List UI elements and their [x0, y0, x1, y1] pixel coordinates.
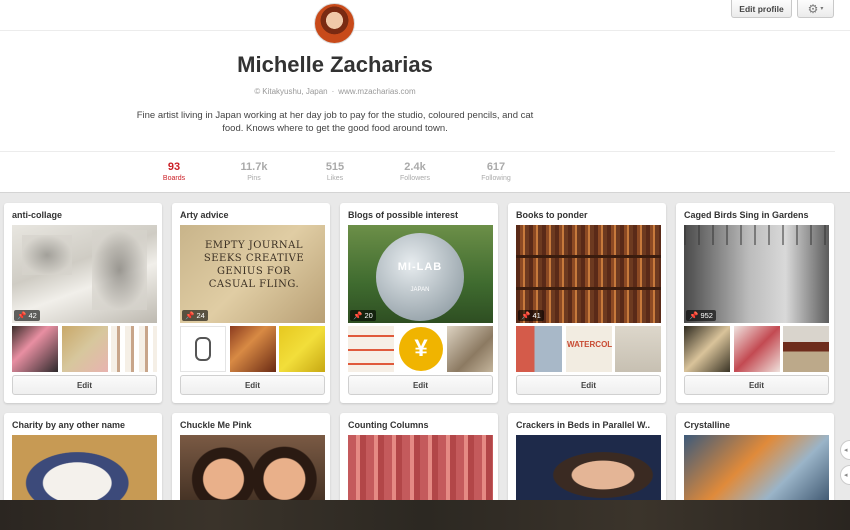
location-pin-icon: ©	[254, 87, 261, 96]
board-card[interactable]: Counting Columns	[340, 413, 498, 515]
stats-divider	[0, 151, 835, 152]
pin-count: 41	[532, 311, 541, 320]
board-card[interactable]: anti-collage 📌 42 Edit	[4, 203, 162, 403]
pin-count-badge: 📌 24	[182, 310, 208, 321]
pin-count: 42	[28, 311, 37, 320]
website-link[interactable]: www.mzacharias.com	[338, 87, 415, 96]
board-card[interactable]: Caged Birds Sing in Gardens 📌 952 Edit	[676, 203, 834, 403]
board-thumbnail[interactable]: ¥	[398, 326, 444, 372]
board-title: Chuckle Me Pink	[180, 420, 252, 430]
board-thumbnail[interactable]	[62, 326, 108, 372]
board-card[interactable]: Charity by any other name	[4, 413, 162, 515]
board-thumbnail[interactable]	[348, 326, 394, 372]
scroll-down-arrow[interactable]: ◂	[840, 465, 850, 485]
board-edit-button[interactable]: Edit	[684, 375, 829, 395]
board-card[interactable]: Arty advice EMPTY JOURNAL SEEKS CREATIVE…	[172, 203, 330, 403]
board-thumbnail[interactable]	[516, 326, 562, 372]
gear-icon: ⚙	[807, 1, 819, 16]
pin-count-badge: 📌 42	[14, 310, 40, 321]
board-edit-button[interactable]: Edit	[516, 375, 661, 395]
board-title: Crystalline	[684, 420, 731, 430]
thumbnail-text: WATERCOLO	[567, 340, 612, 349]
board-title: Charity by any other name	[12, 420, 126, 430]
board-cover-text: MI-LAB	[397, 261, 443, 273]
board-thumbnail[interactable]	[230, 326, 276, 372]
pin-count-badge: 📌 952	[686, 310, 716, 321]
board-title: Counting Columns	[348, 420, 429, 430]
stat-label: Following	[481, 175, 511, 182]
pin-count-badge: 📌 41	[518, 310, 544, 321]
stat-following[interactable]: 617 Following	[466, 161, 526, 184]
board-thumbnail[interactable]	[279, 326, 325, 372]
board-card[interactable]: Crackers in Beds in Parallel W..	[508, 413, 666, 515]
pin-count: 952	[700, 311, 713, 320]
board-title: Blogs of possible interest	[348, 210, 459, 220]
stat-value: 515	[325, 161, 345, 173]
stat-boards[interactable]: 93 Boards	[144, 161, 204, 184]
stat-label: Boards	[162, 175, 186, 182]
stat-label: Followers	[400, 175, 430, 182]
board-title: anti-collage	[12, 210, 63, 220]
top-divider	[0, 30, 850, 31]
board-cover-image[interactable]: MI-LAB JAPAN 📌 20	[348, 225, 493, 323]
scroll-up-arrow[interactable]: ◂	[840, 440, 850, 460]
pin-count: 24	[196, 311, 205, 320]
bottom-overlay-bar	[0, 500, 850, 530]
board-edit-button[interactable]: Edit	[348, 375, 493, 395]
stat-value: 93	[167, 161, 181, 173]
board-thumbnail[interactable]	[615, 326, 661, 372]
board-title: Books to ponder	[516, 210, 588, 220]
avatar[interactable]	[314, 3, 355, 44]
board-card[interactable]: Chuckle Me Pink	[172, 413, 330, 515]
profile-bio: Fine artist living in Japan working at h…	[136, 110, 534, 134]
stat-followers[interactable]: 2.4k Followers	[385, 161, 445, 184]
board-title: Crackers in Beds in Parallel W..	[516, 420, 651, 430]
board-cover-image[interactable]: 📌 952	[684, 225, 829, 323]
board-thumbnail[interactable]	[12, 326, 58, 372]
board-thumbnail[interactable]	[180, 326, 226, 372]
board-edit-button[interactable]: Edit	[12, 375, 157, 395]
stat-label: Likes	[326, 175, 344, 182]
yen-icon: ¥	[399, 327, 443, 371]
board-thumbnail[interactable]	[734, 326, 780, 372]
stat-value: 11.7k	[240, 161, 268, 173]
board-thumbnail[interactable]	[111, 326, 157, 372]
pin-count-badge: 📌 20	[350, 310, 376, 321]
separator: ·	[331, 87, 335, 96]
board-thumbnail[interactable]	[684, 326, 730, 372]
board-edit-button[interactable]: Edit	[180, 375, 325, 395]
stat-value: 2.4k	[404, 161, 426, 173]
stat-pins[interactable]: 11.7k Pins	[224, 161, 284, 184]
board-title: Arty advice	[180, 210, 229, 220]
board-cover-image[interactable]: EMPTY JOURNAL SEEKS CREATIVE GENIUS FOR …	[180, 225, 325, 323]
board-thumbnail[interactable]: WATERCOLO	[566, 326, 612, 372]
board-title: Caged Birds Sing in Gardens	[684, 210, 809, 220]
location-text: Kitakyushu, Japan	[262, 87, 328, 96]
board-card[interactable]: Crystalline	[676, 413, 834, 515]
board-cover-subtext: JAPAN	[410, 287, 430, 293]
stat-likes[interactable]: 515 Likes	[305, 161, 365, 184]
board-cover-image[interactable]: 📌 42	[12, 225, 157, 323]
board-thumbnail[interactable]	[783, 326, 829, 372]
board-cover-image[interactable]: 📌 41	[516, 225, 661, 323]
chevron-down-icon: ▾	[820, 6, 824, 12]
settings-button[interactable]: ⚙ ▾	[797, 0, 834, 18]
board-card[interactable]: Books to ponder 📌 41 WATERCOLO Edit	[508, 203, 666, 403]
stat-value: 617	[486, 161, 506, 173]
location-line: © Kitakyushu, Japan · www.mzacharias.com	[0, 87, 670, 96]
edit-profile-button[interactable]: Edit profile	[731, 0, 792, 18]
stat-label: Pins	[247, 175, 261, 182]
board-card[interactable]: Blogs of possible interest MI-LAB JAPAN …	[340, 203, 498, 403]
profile-header: Edit profile ⚙ ▾ Michelle Zacharias © Kit…	[0, 0, 850, 193]
board-thumbnail[interactable]	[447, 326, 493, 372]
pin-count: 20	[364, 311, 373, 320]
profile-name: Michelle Zacharias	[237, 52, 433, 77]
board-cover-text: EMPTY JOURNAL SEEKS CREATIVE GENIUS FOR …	[203, 240, 305, 290]
